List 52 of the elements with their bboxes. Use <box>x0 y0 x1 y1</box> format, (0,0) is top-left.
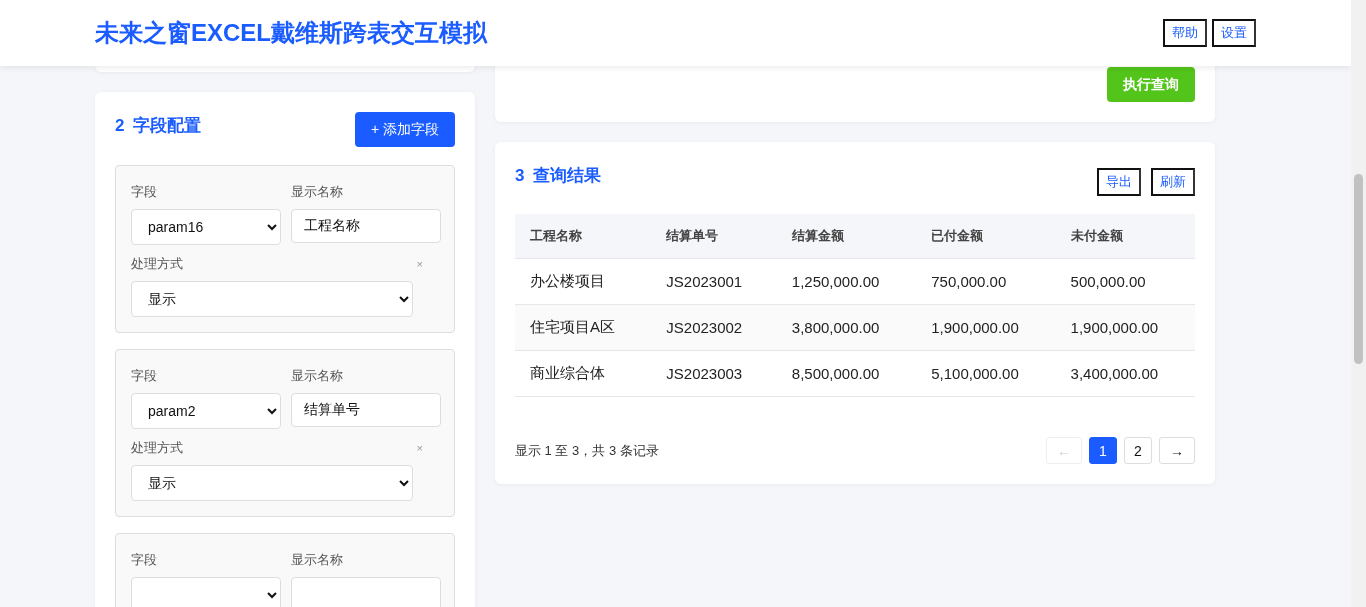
table-cell: 500,000.00 <box>1055 258 1195 305</box>
column-header: 结算单号 <box>651 214 777 259</box>
remove-button[interactable]: × <box>416 258 423 270</box>
table-cell: 750,000.00 <box>916 258 1056 305</box>
table-cell: 1,900,000.00 <box>916 304 1056 351</box>
column-header: 结算金额 <box>776 214 917 259</box>
field-select[interactable]: param2 <box>131 393 281 429</box>
table-cell: 商业综合体 <box>515 350 652 397</box>
next-page-button[interactable]: → <box>1159 437 1195 464</box>
field-label: 显示名称 <box>291 551 344 569</box>
scrollbar[interactable] <box>1351 0 1366 607</box>
column-header: 工程名称 <box>515 214 652 259</box>
column-header: 未付金额 <box>1055 214 1195 259</box>
add-field-button[interactable]: + 添加字段 <box>354 112 455 147</box>
table-cell: 5,100,000.00 <box>916 350 1056 397</box>
table-cell: JS2023002 <box>651 304 777 351</box>
field-label: 字段 <box>131 367 158 385</box>
header-button[interactable]: 帮助 <box>1163 19 1207 47</box>
toolbar-button[interactable]: 导出 <box>1097 168 1141 196</box>
field-label: 显示名称 <box>291 183 344 201</box>
field-label: 处理方式 <box>131 255 183 273</box>
scrollbar-thumb[interactable] <box>1354 174 1363 364</box>
page-title: 未来之窗EXCEL戴维斯跨表交互模拟 <box>95 18 489 48</box>
table-cell: 办公楼项目 <box>515 258 652 305</box>
remove-button[interactable]: × <box>416 442 423 454</box>
field-label: 字段 <box>131 183 158 201</box>
table-cell: JS2023003 <box>651 350 777 397</box>
table-cell: 3,400,000.00 <box>1055 350 1195 397</box>
field-select[interactable]: param16 <box>131 209 281 245</box>
page-button[interactable]: 2 <box>1124 437 1152 464</box>
toolbar-button[interactable]: 刷新 <box>1151 168 1195 196</box>
table-cell: 住宅项目A区 <box>515 304 652 351</box>
field-label: 字段 <box>131 551 158 569</box>
field-select[interactable] <box>131 577 281 607</box>
record-summary: 显示 1 至 3，共 3 条记录 <box>515 441 659 460</box>
page-button[interactable]: 1 <box>1089 437 1117 464</box>
input-field[interactable]: 工程名称 <box>291 209 441 243</box>
header-button[interactable]: 设置 <box>1212 19 1256 47</box>
input-field[interactable]: 结算单号 <box>291 393 441 427</box>
mode-select[interactable]: 显示 <box>131 281 413 317</box>
table-cell: 1,900,000.00 <box>1055 304 1195 351</box>
field-label: 显示名称 <box>291 367 344 385</box>
mode-select[interactable]: 显示 <box>131 465 413 501</box>
table-cell: 8,500,000.00 <box>776 350 917 397</box>
section-title: 3 查询结果 <box>515 165 602 187</box>
section-title: 2 字段配置 <box>115 115 202 137</box>
input-field[interactable] <box>291 577 441 607</box>
table-cell: JS2023001 <box>651 258 777 305</box>
table-cell: 3,800,000.00 <box>776 304 917 351</box>
field-label: 处理方式 <box>131 439 183 457</box>
table-cell: 1,250,000.00 <box>776 258 917 305</box>
column-header: 已付金额 <box>916 214 1056 259</box>
